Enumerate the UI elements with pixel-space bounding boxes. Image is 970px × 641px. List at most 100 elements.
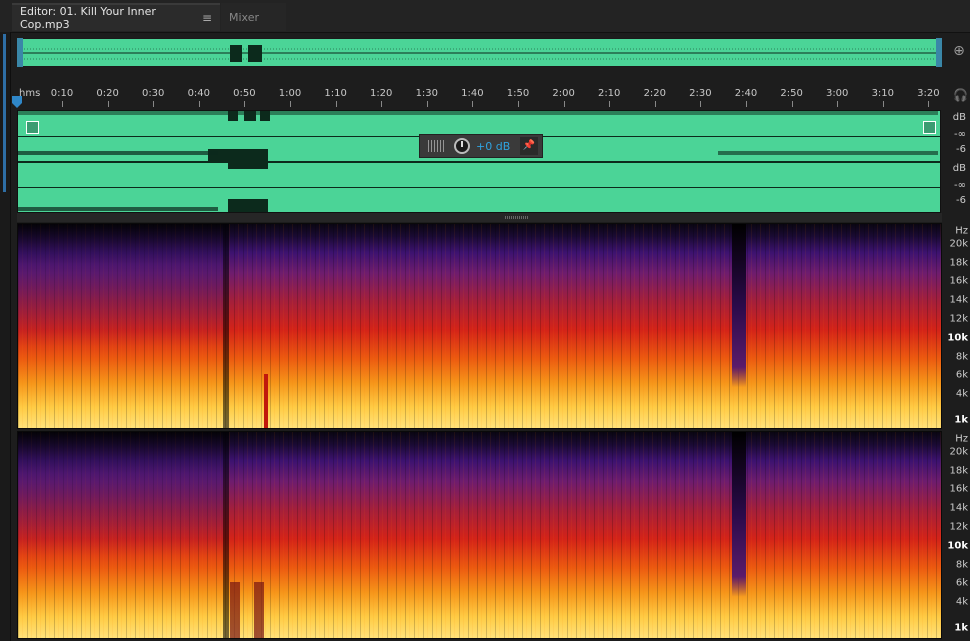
ruler-tick (928, 101, 930, 107)
ruler-tick-label: 3:10 (871, 88, 895, 99)
ch2-hz-20k: 20k (949, 446, 968, 458)
ruler-tick-label: 1:10 (324, 88, 347, 99)
ruler-tick-label: 3:20 (917, 88, 940, 99)
level-bars-icon (428, 140, 446, 152)
ruler-tick (426, 101, 428, 107)
ruler-tick (700, 101, 702, 107)
waveform-display[interactable] (17, 110, 941, 213)
gap-1 (223, 224, 229, 428)
tab-mixer[interactable]: Mixer (221, 3, 286, 31)
panel-menu-icon[interactable]: ≡ (202, 11, 212, 25)
ruler-tick (882, 101, 884, 107)
ruler-tick-label: 0:50 (233, 88, 256, 99)
ch2-inf-label: -∞ (954, 180, 966, 191)
splitter-grip[interactable] (505, 216, 529, 219)
overview-navigator[interactable] (17, 38, 942, 67)
tab-mixer-label: Mixer (229, 10, 260, 24)
ruler-tick (335, 101, 337, 107)
fade-out-handle[interactable] (923, 121, 936, 134)
ch2-hz-1k: 1k (954, 622, 968, 634)
ch1-hz-1k: 1k (954, 414, 968, 426)
ruler-tick (518, 101, 519, 107)
overview-waveform (18, 45, 941, 62)
gap-2 (732, 224, 746, 428)
ruler-tick (107, 101, 109, 107)
gap-1 (223, 432, 229, 638)
ruler-tick-label: 1:50 (506, 88, 530, 99)
time-ruler[interactable]: hms 0:10 0:20 0:30 0:40 0:50 1:00 1:10 1:20 1:30… (17, 86, 942, 108)
ruler-tick-label: 2:10 (597, 88, 621, 99)
zoom-icon[interactable]: ⊕ (950, 42, 968, 60)
ch2-hz-8k: 8k (955, 559, 968, 571)
amplitude-scale: dB -∞ -6 dB -∞ -6 (944, 110, 970, 213)
transient-mark (264, 374, 268, 428)
ruler-tick (381, 101, 383, 107)
playhead-marker[interactable] (12, 96, 22, 108)
ruler-tick (62, 101, 63, 107)
ruler-tick-label: 1:30 (415, 88, 439, 99)
ruler-tick-label: 1:00 (278, 88, 302, 99)
volume-hud: +0 dB 📌 (419, 134, 543, 158)
gap-2 (732, 432, 746, 638)
ruler-tick (746, 101, 747, 107)
transient-mark (230, 582, 240, 638)
ruler-tick (563, 101, 565, 107)
ch1-hz-20k: 20k (949, 238, 968, 250)
ch1-minus6-label: -6 (956, 144, 966, 155)
ruler-tick-label: 2:20 (643, 88, 667, 99)
ruler-unit-label: hms (19, 88, 41, 99)
ch1-hz-6k: 6k (955, 369, 968, 381)
frequency-scale-channel1: Hz 20k 18k 16k 14k 12k 10k 8k 6k 4k 1k (944, 223, 970, 429)
ch2-hz-14k: 14k (949, 502, 968, 514)
ruler-tick-label: 0:20 (96, 88, 119, 99)
ruler-tick-label: 2:50 (780, 88, 803, 99)
ch2-hz-18k: 18k (949, 465, 968, 477)
ruler-tick (609, 101, 611, 107)
ch2-hz-12k: 12k (949, 521, 968, 533)
ch2-minus6-label: -6 (956, 195, 966, 206)
ruler-tick (837, 101, 839, 107)
ruler-tick-label: 2:30 (689, 88, 712, 99)
ruler-tick (198, 101, 200, 107)
ch1-hz-10k: 10k (947, 332, 968, 344)
ch1-inf-label: -∞ (954, 129, 966, 140)
ch2-hz-6k: 6k (955, 577, 968, 589)
ch1-hz-unit: Hz (955, 225, 968, 237)
ruler-tick (153, 101, 155, 107)
overview-right-handle[interactable] (936, 38, 942, 67)
ruler-tick (654, 101, 656, 107)
ch2-hz-16k: 16k (949, 483, 968, 495)
overview-left-handle[interactable] (17, 38, 23, 67)
headphones-icon[interactable]: 🎧 (953, 88, 968, 102)
ruler-tick (290, 101, 291, 107)
transient-mark (254, 582, 264, 638)
ruler-tick-label: 2:40 (734, 88, 758, 99)
ch1-db-label: dB (952, 112, 966, 123)
ch1-hz-18k: 18k (949, 257, 968, 269)
ch2-hz-unit: Hz (955, 433, 968, 445)
ch1-hz-16k: 16k (949, 275, 968, 287)
volume-knob[interactable] (454, 138, 470, 154)
ruler-tick-label: 1:40 (461, 88, 484, 99)
ch1-hz-4k: 4k (955, 388, 968, 400)
ruler-tick-label: 2:00 (552, 88, 575, 99)
left-panel-accent (3, 34, 6, 192)
intro-section (18, 432, 223, 638)
view-splitter[interactable] (17, 213, 942, 222)
ruler-tick-label: 3:00 (825, 88, 849, 99)
spectral-display-channel1[interactable] (17, 223, 942, 429)
ch2-hz-4k: 4k (955, 596, 968, 608)
pin-icon[interactable]: 📌 (520, 137, 538, 155)
ch2-db-label: dB (952, 163, 966, 174)
intro-section (18, 224, 223, 428)
ch1-hz-12k: 12k (949, 313, 968, 325)
ruler-tick-label: 0:30 (141, 88, 165, 99)
frequency-scale-channel2: Hz 20k 18k 16k 14k 12k 10k 8k 6k 4k 1k (944, 431, 970, 639)
waveform-bursts (18, 111, 938, 212)
fade-in-handle[interactable] (26, 121, 39, 134)
tab-editor[interactable]: Editor: 01. Kill Your Inner Cop.mp3 ≡ (12, 3, 220, 31)
spectral-display-channel2[interactable] (17, 431, 942, 639)
ruler-tick-label: 0:10 (50, 88, 74, 99)
ruler-tick-label: 0:40 (187, 88, 211, 99)
ch1-hz-8k: 8k (955, 351, 968, 363)
